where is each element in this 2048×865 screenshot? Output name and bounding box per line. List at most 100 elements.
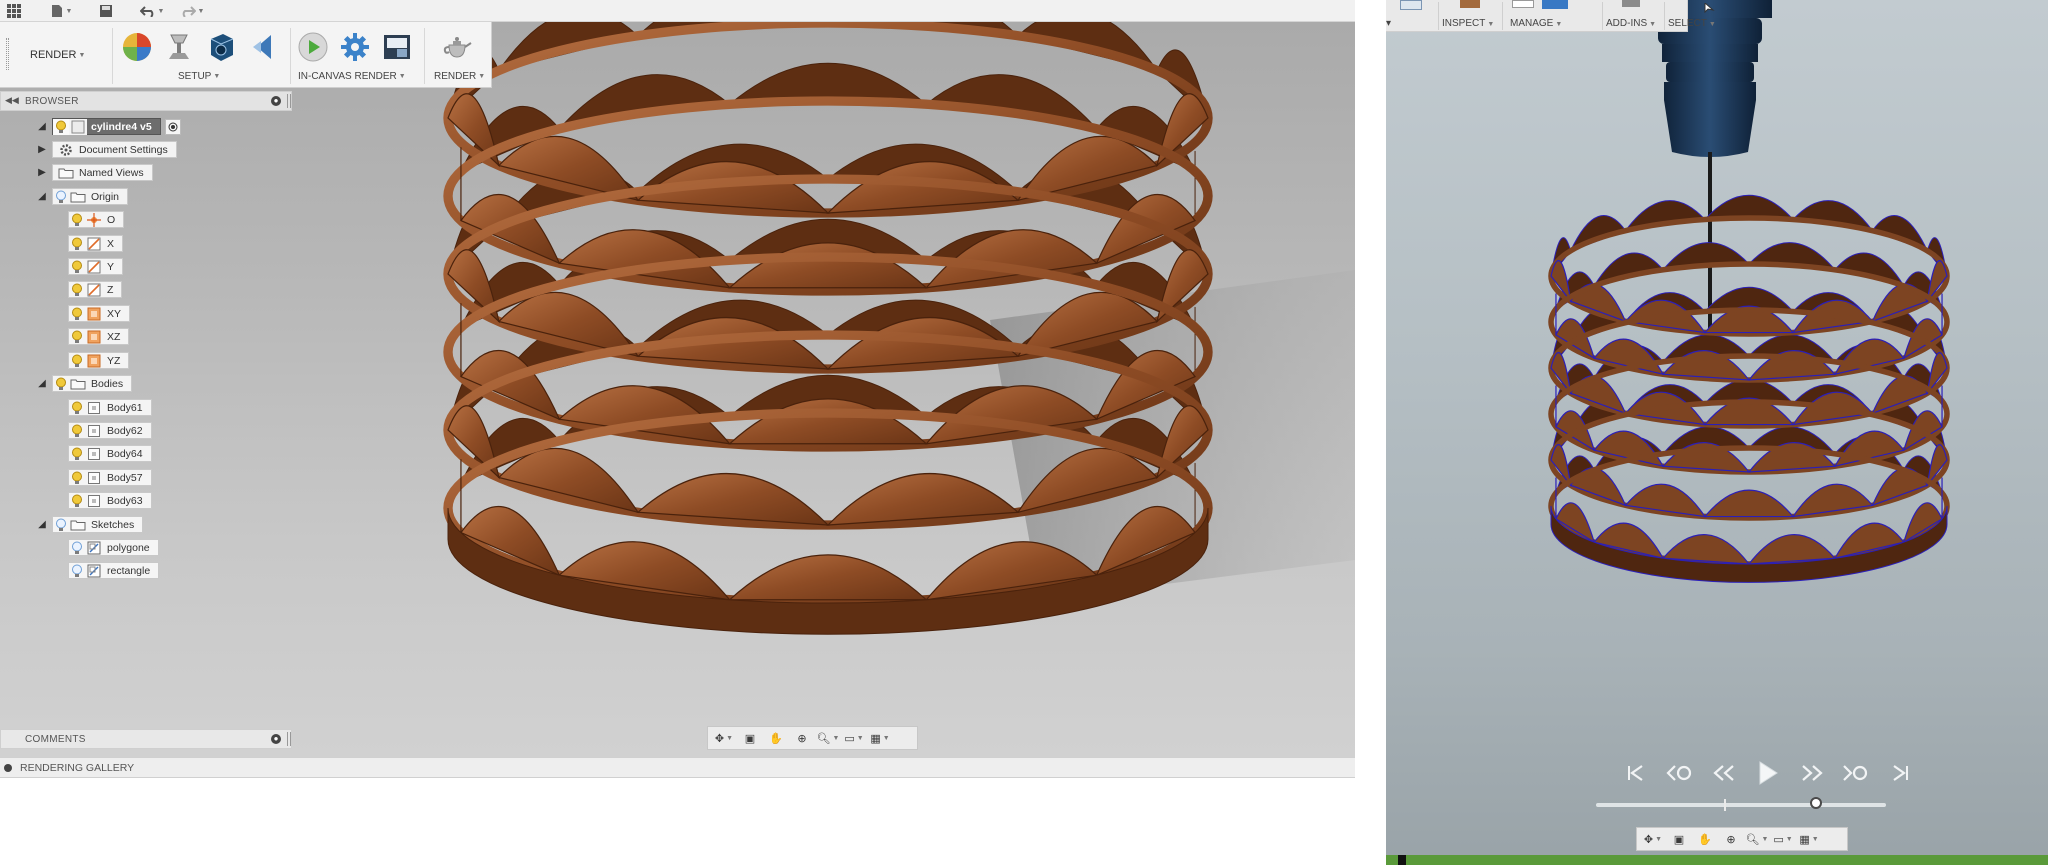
panel-grip[interactable] (287, 94, 291, 108)
scene-settings-tool-icon[interactable] (162, 30, 196, 64)
browser-node-body57[interactable]: Body57 (52, 469, 152, 486)
manage-tool-icon[interactable] (1512, 0, 1534, 8)
browser-node-document-settings[interactable]: ▶ Document Settings (36, 141, 177, 158)
zoom-icon[interactable]: ⊕ (1719, 829, 1743, 849)
ribbon-grip[interactable] (6, 38, 9, 70)
collapse-panel-icon[interactable]: ◀◀ (5, 95, 19, 106)
next-operation-icon[interactable] (1839, 758, 1873, 788)
browser-node-chip[interactable]: X (68, 235, 124, 252)
display-settings-icon[interactable]: ▭ ▼ (842, 728, 866, 748)
previous-operation-icon[interactable] (1663, 758, 1697, 788)
comments-options-icon[interactable]: ● (271, 734, 281, 744)
step-forward-icon[interactable] (1795, 758, 1829, 788)
expand-toggle-icon[interactable]: ◢ (36, 191, 48, 203)
go-to-start-icon[interactable] (1619, 758, 1653, 788)
pan-hand-icon[interactable]: ✋ (1693, 829, 1717, 849)
activate-component-radio-icon[interactable] (164, 118, 181, 135)
panel-options-icon[interactable]: ● (271, 96, 281, 106)
browser-node-xy[interactable]: XY (52, 305, 131, 322)
visibility-bulb-icon[interactable] (69, 306, 85, 322)
expand-toggle-icon[interactable]: ▶ (36, 144, 48, 156)
panel-grip[interactable] (287, 732, 291, 746)
pan-hand-icon[interactable]: ✋ (764, 728, 788, 748)
browser-node-chip[interactable]: YZ (68, 352, 130, 369)
render-settings-gear-icon[interactable] (338, 30, 372, 64)
simulation-timeline[interactable] (1596, 797, 1886, 811)
browser-node-xz[interactable]: XZ (52, 328, 130, 345)
gallery-toggle-icon[interactable] (4, 764, 12, 772)
undo-icon[interactable]: ▼ (136, 2, 168, 20)
expand-toggle-icon[interactable]: ◢ (36, 519, 48, 531)
save-icon[interactable] (96, 2, 116, 20)
visibility-bulb-icon[interactable] (53, 118, 69, 135)
step-back-icon[interactable] (1707, 758, 1741, 788)
browser-node-chip[interactable]: rectangle (68, 562, 160, 579)
capture-image-tool-icon[interactable] (380, 30, 414, 64)
browser-node-chip[interactable]: XY (68, 305, 131, 322)
visibility-bulb-icon[interactable] (69, 212, 85, 228)
browser-node-chip[interactable]: cylindre4 v5 (52, 118, 161, 135)
zoom-window-icon[interactable]: 🔍︎ ▼ (816, 728, 840, 748)
zoom-window-icon[interactable]: 🔍︎ ▼ (1745, 829, 1769, 849)
visibility-bulb-icon[interactable] (69, 329, 85, 345)
browser-node-body61[interactable]: Body61 (52, 399, 152, 416)
browser-node-chip[interactable]: Document Settings (52, 141, 177, 158)
play-icon[interactable] (1751, 758, 1785, 788)
render-teapot-tool-icon[interactable] (440, 30, 474, 64)
expand-toggle-icon[interactable]: ◢ (36, 378, 48, 390)
browser-node-chip[interactable]: Z (68, 281, 123, 298)
look-at-icon[interactable]: ▣ (738, 728, 762, 748)
browser-node-chip[interactable]: Origin (52, 188, 129, 205)
visibility-bulb-icon[interactable] (69, 563, 85, 579)
decal-tool-icon[interactable] (246, 30, 280, 64)
browser-node-origin[interactable]: ◢ Origin (36, 188, 129, 205)
visibility-bulb-icon[interactable] (69, 236, 85, 252)
visibility-bulb-icon[interactable] (69, 470, 85, 486)
menu-overflow[interactable]: ▾ (1386, 18, 1391, 29)
visibility-bulb-icon[interactable] (69, 540, 85, 556)
orbit-icon[interactable]: ✥ ▼ (1641, 829, 1665, 849)
browser-node-bodies[interactable]: ◢ Bodies (36, 375, 133, 392)
visibility-bulb-icon[interactable] (69, 423, 85, 439)
toolbar-icon[interactable] (1400, 0, 1422, 10)
go-to-end-icon[interactable] (1883, 758, 1917, 788)
texture-map-tool-icon[interactable] (204, 30, 238, 64)
add-ins-menu[interactable]: ADD-INS ▼ (1606, 18, 1656, 29)
render-group-label[interactable]: RENDER ▼ (434, 71, 485, 82)
workspace-switcher[interactable]: RENDER ▼ (30, 46, 85, 64)
visibility-bulb-icon[interactable] (53, 517, 69, 533)
visibility-bulb-icon[interactable] (69, 400, 85, 416)
grid-menu-icon[interactable] (4, 2, 24, 20)
browser-node-x[interactable]: X (52, 235, 124, 252)
manage-tool-icon-2[interactable] (1542, 0, 1568, 9)
expand-toggle-icon[interactable]: ▶ (36, 167, 48, 179)
browser-node-z[interactable]: Z (52, 281, 123, 298)
visibility-bulb-icon[interactable] (69, 259, 85, 275)
expand-toggle-icon[interactable]: ◢ (36, 121, 48, 133)
visibility-bulb-icon[interactable] (53, 376, 69, 392)
browser-node-chip[interactable]: Body62 (68, 422, 152, 439)
inspect-menu[interactable]: INSPECT ▼ (1442, 18, 1494, 29)
visibility-bulb-icon[interactable] (69, 446, 85, 462)
browser-node-y[interactable]: Y (52, 258, 124, 275)
zoom-icon[interactable]: ⊕ (790, 728, 814, 748)
appearance-tool-icon[interactable] (120, 30, 154, 64)
redo-icon[interactable]: ▼ (176, 2, 208, 20)
in-canvas-render-tool-icon[interactable] (296, 30, 330, 64)
browser-node-named-views[interactable]: ▶ Named Views (36, 164, 153, 181)
grid-settings-icon[interactable]: ▦ ▼ (1797, 829, 1821, 849)
in-canvas-render-group-label[interactable]: IN-CANVAS RENDER ▼ (298, 71, 406, 82)
manage-menu[interactable]: MANAGE ▼ (1510, 18, 1562, 29)
browser-node-body64[interactable]: Body64 (52, 445, 152, 462)
browser-node-chip[interactable]: Named Views (52, 164, 153, 181)
browser-node-rectangle[interactable]: rectangle (52, 562, 160, 579)
browser-node-sketches[interactable]: ◢ Sketches (36, 516, 144, 533)
simulation-viewport[interactable] (1386, 0, 2048, 865)
visibility-bulb-icon[interactable] (69, 493, 85, 509)
orbit-icon[interactable]: ✥ ▼ (712, 728, 736, 748)
file-menu-icon[interactable]: ▼ (46, 2, 76, 20)
browser-node-chip[interactable]: Body64 (68, 445, 152, 462)
rendering-gallery-bar[interactable]: RENDERING GALLERY (0, 757, 1355, 778)
browser-node-o[interactable]: O (52, 211, 125, 228)
browser-node-body62[interactable]: Body62 (52, 422, 152, 439)
